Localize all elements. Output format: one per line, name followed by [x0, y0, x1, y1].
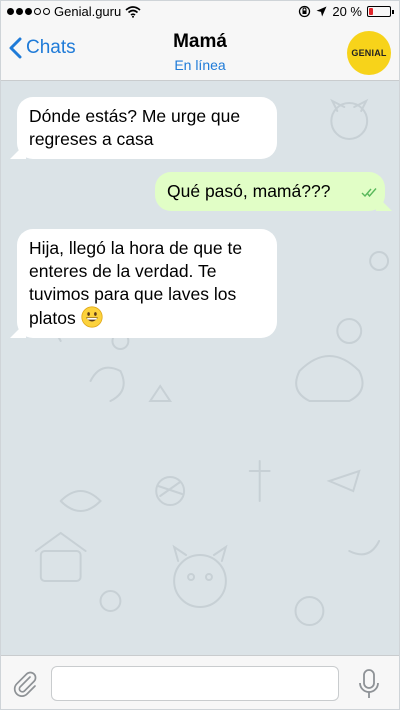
- wifi-icon: [125, 5, 141, 18]
- microphone-icon[interactable]: [357, 668, 381, 700]
- location-arrow-icon: [316, 6, 327, 17]
- incoming-message[interactable]: Dónde estás? Me urge que regreses a casa: [17, 97, 277, 159]
- doodle-wallpaper: [29, 98, 390, 626]
- avatar-label: GENIAL: [351, 48, 387, 58]
- paperclip-icon[interactable]: [11, 670, 39, 698]
- battery-percent: 20 %: [332, 4, 362, 19]
- status-bar: Genial.guru 20 %: [1, 1, 399, 23]
- message-text: Hija, llegó la hora de que te enteres de…: [29, 238, 243, 328]
- contact-name[interactable]: Mamá: [1, 31, 399, 53]
- carrier-name: Genial.guru: [54, 4, 122, 19]
- status-left: Genial.guru: [7, 4, 141, 19]
- message-text: Qué pasó, mamá???: [167, 181, 331, 201]
- orientation-lock-icon: [299, 5, 311, 18]
- status-right: 20 %: [298, 4, 394, 19]
- battery-icon: [367, 6, 394, 17]
- message-input[interactable]: [51, 666, 339, 701]
- signal-strength-icon: [7, 8, 50, 15]
- composer-bar: [1, 655, 399, 709]
- outgoing-message[interactable]: Qué pasó, mamá???: [155, 172, 385, 211]
- message-text: Dónde estás? Me urge que regreses a casa: [29, 106, 241, 149]
- chat-header: Chats Mamá En línea GENIAL: [1, 23, 399, 81]
- message-list[interactable]: Dónde estás? Me urge que regreses a casa…: [1, 81, 399, 655]
- read-ticks-icon: [361, 182, 377, 205]
- phone-screen: Genial.guru 20 % Chats Mamá En línea GEN…: [0, 0, 400, 710]
- battery-level: [369, 8, 373, 15]
- presence-status: En línea: [174, 57, 226, 73]
- contact-avatar[interactable]: GENIAL: [347, 31, 391, 75]
- incoming-message[interactable]: Hija, llegó la hora de que te enteres de…: [17, 229, 277, 338]
- grinning-face-emoji-icon: [80, 306, 103, 328]
